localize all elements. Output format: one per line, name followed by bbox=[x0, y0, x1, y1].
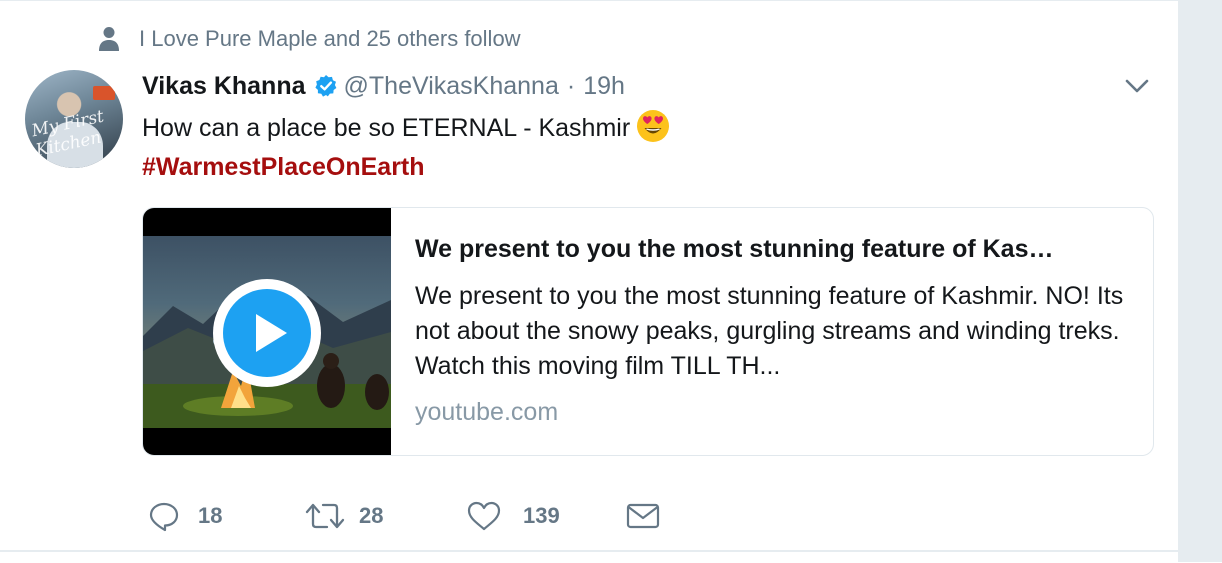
chevron-down-icon[interactable] bbox=[1123, 73, 1151, 99]
header-separator: · bbox=[566, 71, 576, 100]
retweet-button[interactable]: 28 bbox=[305, 498, 383, 534]
tweet-text-body: How can a place be so ETERNAL - Kashmir bbox=[142, 114, 631, 142]
card-text: We present to you the most stunning feat… bbox=[415, 232, 1135, 429]
social-context: I Love Pure Maple and 25 others follow bbox=[98, 25, 521, 53]
avatar-script-text: My First Kitchen bbox=[29, 106, 106, 161]
social-context-text[interactable]: I Love Pure Maple and 25 others follow bbox=[139, 26, 521, 52]
author-handle[interactable]: @TheVikasKhanna bbox=[344, 72, 559, 101]
play-icon[interactable] bbox=[211, 277, 323, 389]
tweet-divider bbox=[0, 550, 1178, 552]
right-gutter bbox=[1178, 0, 1222, 562]
retweet-count: 28 bbox=[359, 503, 384, 528]
hashtag-link[interactable]: #WarmestPlaceOnEarth bbox=[142, 149, 425, 185]
tweet-header: Vikas Khanna @TheVikasKhanna · 19h bbox=[142, 69, 625, 103]
avatar[interactable]: My First Kitchen bbox=[25, 70, 123, 168]
heart-eyes-emoji-icon bbox=[637, 110, 670, 142]
reply-button[interactable]: 18 bbox=[148, 498, 222, 534]
envelope-icon bbox=[626, 503, 660, 529]
tweet-text: How can a place be so ETERNAL - Kashmir bbox=[142, 109, 670, 146]
tweet-timestamp[interactable]: 19h bbox=[583, 72, 625, 101]
tweet[interactable]: I Love Pure Maple and 25 others follow M… bbox=[0, 0, 1178, 563]
like-button[interactable]: 139 bbox=[467, 498, 560, 534]
direct-message-button[interactable] bbox=[626, 498, 660, 534]
reply-icon bbox=[149, 502, 179, 532]
avatar-sign bbox=[93, 86, 115, 100]
link-card[interactable]: We present to you the most stunning feat… bbox=[142, 207, 1154, 456]
author-name[interactable]: Vikas Khanna bbox=[142, 72, 306, 101]
card-title: We present to you the most stunning feat… bbox=[415, 235, 1054, 263]
person-icon bbox=[99, 27, 119, 51]
card-domain: youtube.com bbox=[415, 398, 559, 426]
card-description: We present to you the most stunning feat… bbox=[415, 282, 1124, 380]
video-thumbnail[interactable] bbox=[143, 208, 391, 455]
heart-icon bbox=[467, 501, 501, 531]
like-count: 139 bbox=[523, 503, 560, 528]
reply-count: 18 bbox=[198, 503, 223, 528]
verified-badge-icon bbox=[314, 75, 336, 97]
retweet-icon bbox=[305, 503, 345, 529]
